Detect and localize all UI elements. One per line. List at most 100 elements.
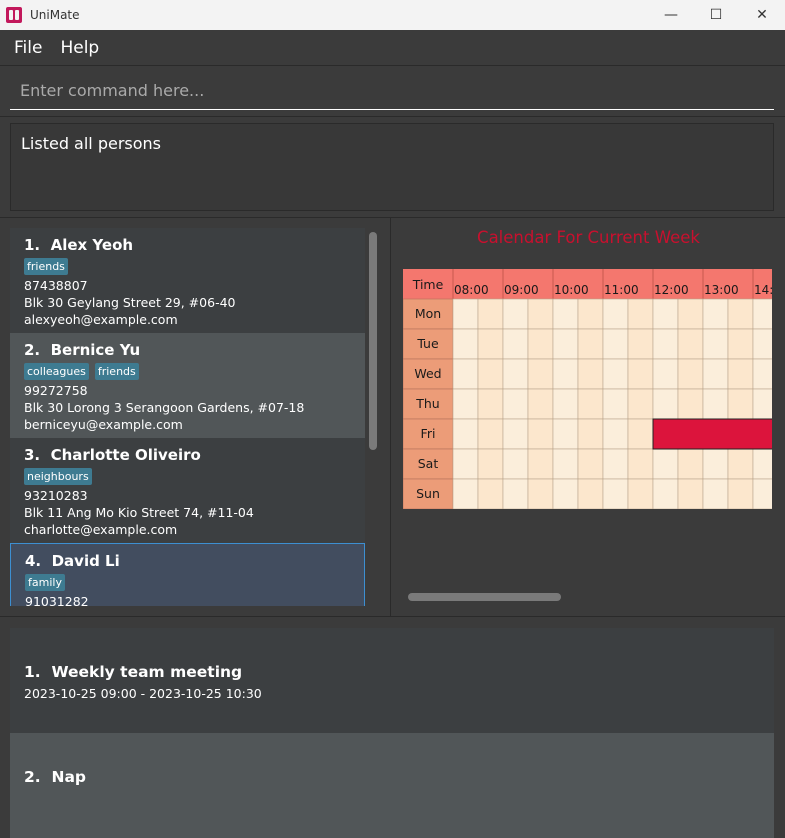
time-slot (702, 478, 729, 509)
calendar-svg: Time 08:00 09:00 10:00 11:00 12:00 13:00 14:00 M… (403, 269, 772, 509)
event-name: 2. Nap (24, 768, 87, 786)
time-slot (477, 418, 504, 450)
day-label: Thu (415, 396, 439, 411)
person-list-panel: 1. Alex Yeoh friends 87438807 Blk 30 Gey… (0, 218, 391, 616)
time-slot (577, 358, 604, 390)
time-slot (477, 448, 504, 480)
person-address: Blk 30 Lorong 3 Serangoon Gardens, #07-1… (24, 400, 305, 415)
person-name: 4. David Li (25, 552, 120, 570)
person-list-scrollbar[interactable] (369, 232, 377, 450)
time-slot (727, 388, 754, 420)
person-address: Blk 11 Ang Mo Kio Street 74, #11-04 (24, 505, 254, 520)
time-slot (677, 388, 704, 420)
time-slot (702, 358, 729, 390)
time-slot (627, 418, 654, 450)
time-slot (602, 328, 629, 360)
app-logo-icon (6, 7, 22, 23)
time-slot (752, 448, 772, 480)
time-slot (477, 358, 504, 390)
time-slot (452, 448, 479, 480)
person-phone: 87438807 (24, 278, 88, 293)
time-slot (552, 448, 579, 480)
menu-file[interactable]: File (14, 38, 42, 58)
time-slot (677, 298, 704, 330)
time-slot (677, 328, 704, 360)
event-list-panel: 1. Weekly team meeting 2023-10-25 09:00 … (0, 617, 785, 838)
time-slot (702, 448, 729, 480)
person-card[interactable]: 4. David Li family 91031282 (10, 543, 365, 606)
time-slot (527, 388, 554, 420)
time-slot (727, 328, 754, 360)
time-slot (752, 328, 772, 360)
time-slot (577, 418, 604, 450)
tag-badge: colleagues (24, 363, 89, 380)
time-slot (602, 418, 629, 450)
event-card[interactable]: 2. Nap (10, 733, 774, 838)
command-input[interactable]: Enter command here... (10, 72, 774, 110)
window-title: UniMate (30, 8, 80, 22)
time-slot (727, 478, 754, 509)
time-slot (502, 478, 529, 509)
person-list[interactable]: 1. Alex Yeoh friends 87438807 Blk 30 Gey… (10, 228, 365, 606)
time-slot (552, 418, 579, 450)
time-header-label: Time (412, 277, 444, 292)
tag-badge: friends (24, 258, 68, 275)
time-slot (652, 448, 679, 480)
calendar-grid: Time 08:00 09:00 10:00 11:00 12:00 13:00 14:00 M… (403, 269, 772, 509)
event-time: 2023-10-25 09:00 - 2023-10-25 10:30 (24, 686, 262, 701)
time-slot (602, 448, 629, 480)
day-label: Sun (416, 486, 440, 501)
person-name: 3. Charlotte Oliveiro (24, 446, 201, 464)
person-email: charlotte@example.com (24, 522, 178, 537)
calendar-panel: Calendar For Current Week Time 08:00 09:00… (392, 218, 785, 616)
hour-label: 08:00 (454, 283, 489, 297)
time-slot (652, 388, 679, 420)
close-button[interactable]: ✕ (739, 0, 785, 30)
time-slot (727, 358, 754, 390)
time-slot (602, 358, 629, 390)
time-slot (627, 298, 654, 330)
time-slot (552, 388, 579, 420)
calendar-scrollbar[interactable] (408, 593, 561, 601)
person-card[interactable]: 3. Charlotte Oliveiro neighbours 9321028… (10, 438, 365, 543)
time-slot (627, 448, 654, 480)
hour-label: 09:00 (504, 283, 539, 297)
time-slot (477, 298, 504, 330)
time-slot (602, 298, 629, 330)
calendar-title: Calendar For Current Week (477, 228, 700, 247)
time-slot (752, 358, 772, 390)
tag-badge: friends (94, 363, 139, 380)
hour-label: 12:00 (654, 283, 689, 297)
time-slot (577, 478, 604, 509)
time-slot (602, 478, 629, 509)
time-slot (527, 478, 554, 509)
hour-label: 10:00 (554, 283, 589, 297)
tag-badge: neighbours (24, 468, 92, 485)
time-slot (727, 298, 754, 330)
time-slot (552, 328, 579, 360)
person-phone: 99272758 (24, 383, 88, 398)
time-slot (677, 358, 704, 390)
result-display: Listed all persons (10, 123, 774, 211)
person-email: alexyeoh@example.com (24, 312, 178, 327)
time-slot (652, 328, 679, 360)
time-slot (627, 478, 654, 509)
minimize-button[interactable]: — (648, 0, 694, 30)
time-slot (452, 298, 479, 330)
hour-label: 11:00 (604, 283, 639, 297)
person-card[interactable]: 1. Alex Yeoh friends 87438807 Blk 30 Gey… (10, 228, 365, 333)
menu-help[interactable]: Help (60, 38, 99, 58)
event-name: 1. Weekly team meeting (24, 663, 243, 681)
tag-badge: family (25, 574, 65, 591)
time-slot (502, 298, 529, 330)
time-slot (477, 478, 504, 509)
time-slot (752, 478, 772, 509)
time-slot (502, 448, 529, 480)
time-slot (702, 298, 729, 330)
maximize-button[interactable]: ☐ (693, 0, 739, 30)
time-slot (527, 358, 554, 390)
time-slot (527, 418, 554, 450)
event-card[interactable]: 1. Weekly team meeting 2023-10-25 09:00 … (10, 628, 774, 733)
time-slot (452, 478, 479, 509)
person-card[interactable]: 2. Bernice Yu colleagues friends 9927275… (10, 333, 365, 438)
